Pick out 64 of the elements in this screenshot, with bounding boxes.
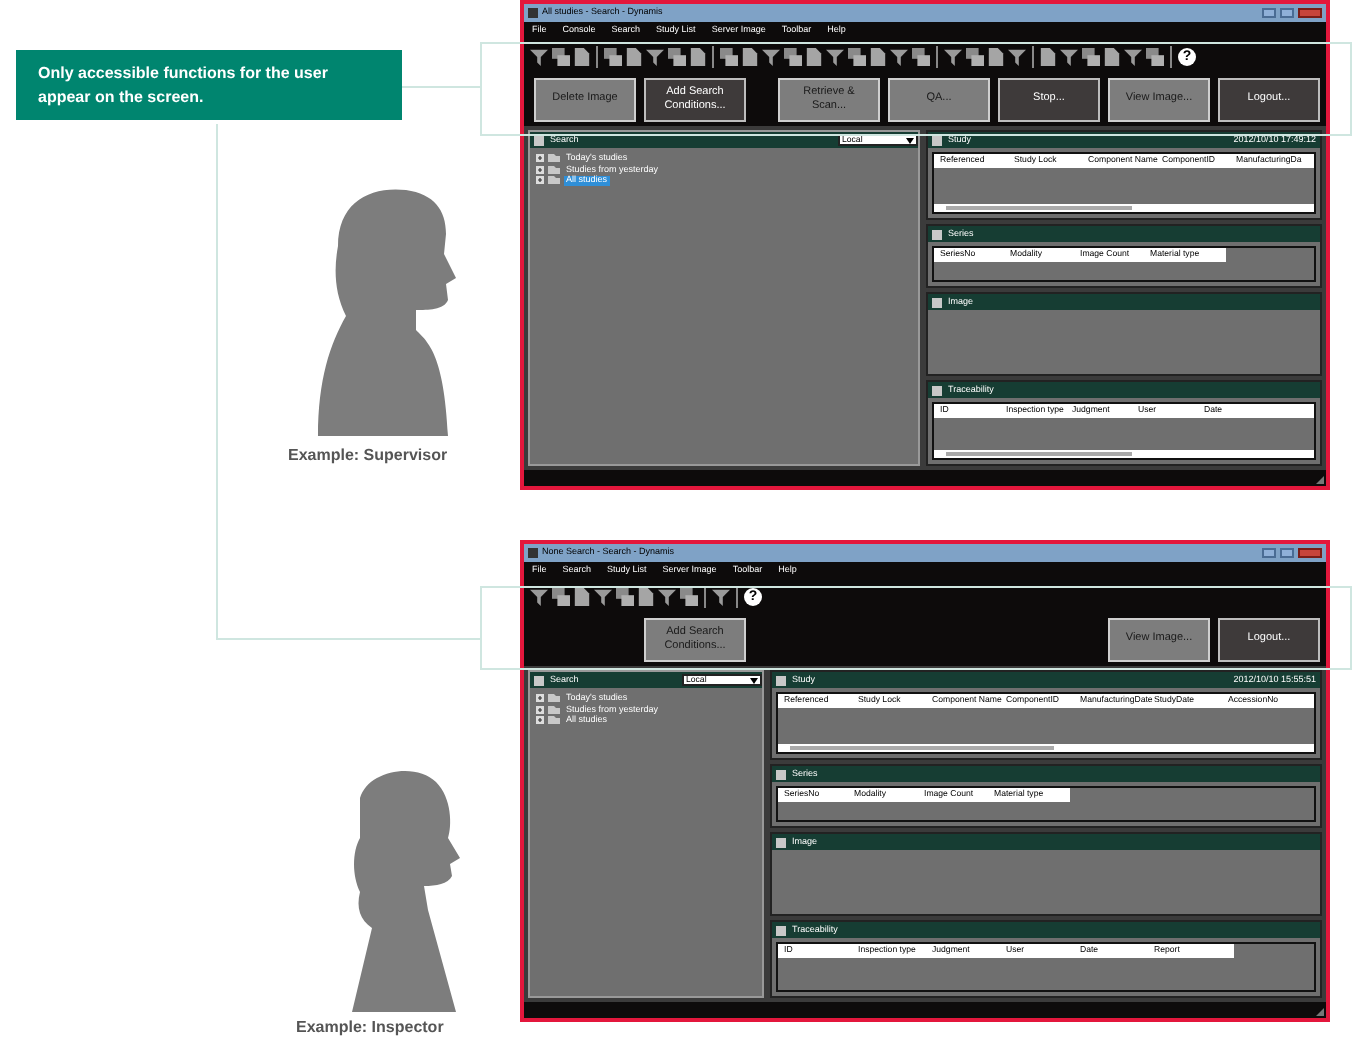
document-icon[interactable] [870,47,886,65]
document-icon[interactable] [742,47,758,65]
document-icon[interactable] [988,47,1004,65]
stack-icon[interactable] [848,47,866,65]
filter-icon[interactable] [944,47,962,65]
stack-icon[interactable] [966,47,984,65]
dropdown-arrow-icon [906,137,914,143]
horizontal-scrollbar[interactable] [934,204,1314,212]
stack-icon[interactable] [552,587,570,605]
filter-icon[interactable] [1124,47,1142,65]
role-caption: Example: Supervisor [288,444,448,468]
panel-icon [932,297,942,307]
panel-icon [932,385,942,395]
horizontal-scrollbar[interactable] [778,744,1314,752]
document-icon[interactable] [1104,47,1120,65]
resize-grip-icon[interactable] [1316,1008,1324,1016]
resize-grip-icon[interactable] [1316,476,1324,484]
panel-icon [534,675,544,685]
filter-icon[interactable] [1060,47,1078,65]
panel-icon [534,135,544,145]
role-caption: Example: Inspector [296,1016,444,1040]
document-icon[interactable] [690,47,706,65]
panel-icon [776,925,786,935]
stack-icon[interactable] [680,587,698,605]
filter-icon[interactable] [530,47,548,65]
filter-icon[interactable] [646,47,664,65]
filter-icon[interactable] [658,587,676,605]
filter-icon[interactable] [712,587,730,605]
expand-icon[interactable] [536,154,544,163]
filter-icon[interactable] [594,587,612,605]
stack-icon[interactable] [1146,47,1164,65]
panel-icon [776,837,786,847]
expand-icon[interactable] [536,705,544,714]
expand-icon[interactable] [536,694,544,703]
stack-icon[interactable] [720,47,738,65]
filter-icon[interactable] [762,47,780,65]
stack-icon[interactable] [616,587,634,605]
dropdown-arrow-icon [750,677,758,683]
document-icon[interactable] [1040,47,1056,65]
stack-icon[interactable] [912,47,930,65]
horizontal-scrollbar[interactable] [934,450,1314,458]
document-icon[interactable] [574,47,590,65]
stack-icon[interactable] [668,47,686,65]
filter-icon[interactable] [530,587,548,605]
document-icon[interactable] [806,47,822,65]
app-icon [528,8,538,18]
panel-icon [776,675,786,685]
filter-icon[interactable] [890,47,908,65]
panel-icon [776,769,786,779]
expand-icon[interactable] [536,716,544,725]
document-icon[interactable] [626,47,642,65]
callout-text: Only accessible functions for the user appear on the screen. [38,61,330,109]
filter-icon[interactable] [826,47,844,65]
filter-icon[interactable] [1008,47,1026,65]
leader-line [402,86,480,88]
panel-icon [932,135,942,145]
expand-icon[interactable] [536,165,544,174]
stack-icon[interactable] [1082,47,1100,65]
stack-icon[interactable] [784,47,802,65]
expand-icon[interactable] [536,176,544,185]
stack-icon[interactable] [604,47,622,65]
stack-icon[interactable] [552,47,570,65]
panel-icon [932,229,942,239]
app-icon [528,548,538,558]
